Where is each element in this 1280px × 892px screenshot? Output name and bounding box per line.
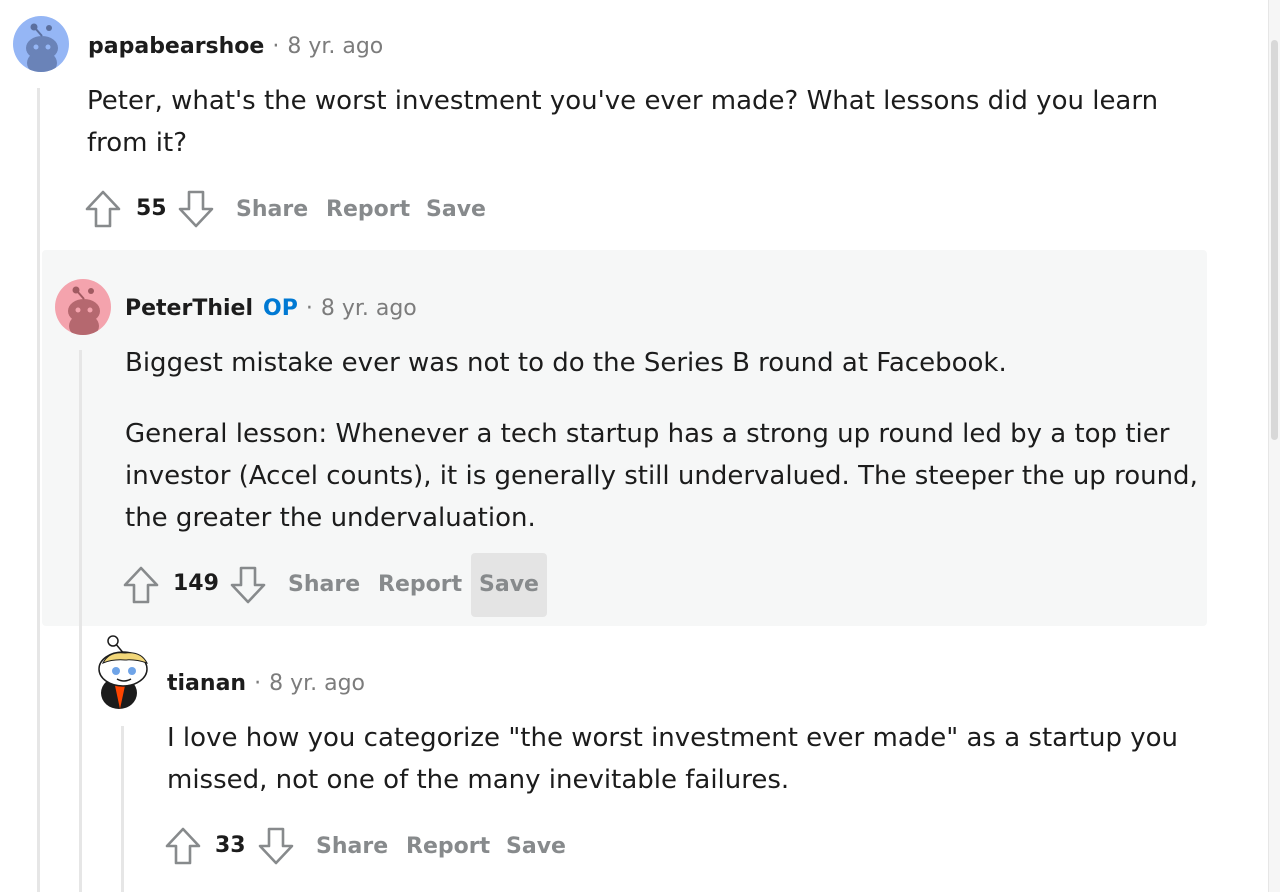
timestamp[interactable]: 8 yr. ago [321, 296, 417, 321]
share-button[interactable]: Share [228, 178, 316, 242]
separator-dot: · [305, 296, 313, 321]
comment-body-paragraph-1: Biggest mistake ever was not to do the S… [125, 348, 1007, 378]
share-button[interactable]: Share [280, 553, 368, 617]
save-button[interactable]: Save [471, 553, 547, 617]
vote-score: 149 [173, 571, 219, 596]
thread-line-level-3[interactable] [121, 726, 124, 892]
comment-meta: tianan · 8 yr. ago [167, 670, 365, 698]
thread-line-level-2[interactable] [79, 350, 82, 892]
separator-dot: · [254, 671, 262, 696]
comment-meta: PeterThiel OP · 8 yr. ago [125, 295, 417, 323]
scrollbar-thumb[interactable] [1271, 40, 1278, 440]
snoo-avatar-pink-icon[interactable] [55, 279, 111, 335]
comment-thread: papabearshoe · 8 yr. ago Peter, what's the… [0, 0, 1280, 892]
share-button[interactable]: Share [308, 815, 396, 879]
snoo-avatar-blue-icon[interactable] [13, 16, 69, 72]
username[interactable]: tianan [167, 671, 246, 696]
upvote-arrow-icon[interactable] [84, 189, 122, 229]
op-badge: OP [263, 296, 298, 321]
upvote-arrow-icon[interactable] [164, 826, 202, 866]
thread-line-level-1[interactable] [37, 88, 40, 892]
timestamp[interactable]: 8 yr. ago [287, 34, 383, 59]
report-button[interactable]: Report [398, 815, 498, 879]
downvote-arrow-icon[interactable] [177, 189, 215, 229]
downvote-arrow-icon[interactable] [257, 826, 295, 866]
comment-body: I love how you categorize "the worst inv… [167, 723, 1178, 795]
vote-score: 55 [136, 196, 167, 221]
timestamp[interactable]: 8 yr. ago [269, 671, 365, 696]
custom-snoo-avatar-icon[interactable] [95, 633, 155, 711]
save-button[interactable]: Save [498, 815, 574, 879]
downvote-arrow-icon[interactable] [229, 565, 267, 605]
vote-score: 33 [215, 833, 246, 858]
separator-dot: · [272, 34, 280, 59]
username[interactable]: papabearshoe [88, 34, 264, 59]
comment-meta: papabearshoe · 8 yr. ago [88, 33, 383, 61]
report-button[interactable]: Report [370, 553, 470, 617]
upvote-arrow-icon[interactable] [122, 565, 160, 605]
comment-body: Peter, what's the worst investment you'v… [87, 86, 1159, 158]
report-button[interactable]: Report [318, 178, 418, 242]
username[interactable]: PeterThiel [125, 296, 253, 321]
save-button[interactable]: Save [418, 178, 494, 242]
comment-body-paragraph-2: General lesson: Whenever a tech startup … [125, 419, 1198, 533]
